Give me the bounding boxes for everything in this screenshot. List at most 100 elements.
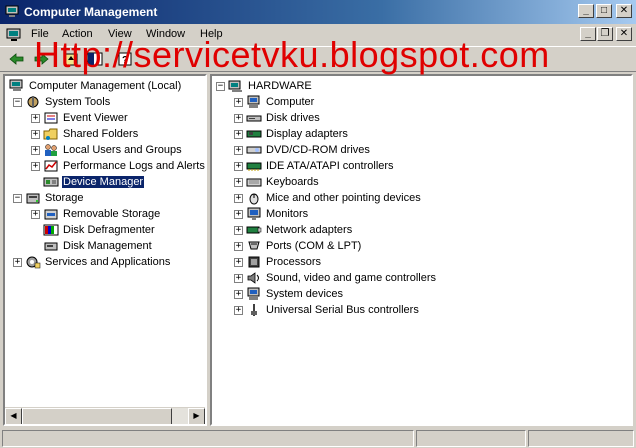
expand-toggle-icon[interactable]: − — [13, 97, 22, 107]
expand-toggle-icon[interactable]: + — [31, 129, 40, 139]
expand-toggle-icon[interactable]: + — [234, 209, 243, 219]
device-category[interactable]: + Computer — [234, 94, 315, 110]
device-category[interactable]: + Processors — [234, 254, 322, 270]
minimize-button[interactable]: _ — [578, 4, 594, 18]
expand-toggle-icon[interactable]: + — [234, 129, 243, 139]
device-category-label: Sound, video and game controllers — [266, 272, 436, 284]
tree-node-label: Shared Folders — [63, 128, 139, 140]
tree-node[interactable]: − Storage — [13, 190, 85, 206]
help-icon[interactable]: ? — [116, 51, 134, 67]
display-adapter-icon — [246, 130, 262, 138]
tree-node-label: Device Manager — [62, 176, 145, 188]
tree-node[interactable]: + Local Users and Groups — [31, 142, 183, 158]
tree-node[interactable]: + Event Viewer — [31, 110, 129, 126]
expand-toggle-icon[interactable]: + — [234, 145, 243, 155]
tree-node[interactable]: + Performance Logs and Alerts — [31, 158, 205, 174]
disk-management-icon — [44, 242, 58, 251]
device-category[interactable]: + Sound, video and game controllers — [234, 270, 437, 286]
processor-icon — [248, 256, 260, 268]
close-button[interactable]: ✕ — [616, 4, 632, 18]
expand-toggle-icon[interactable]: + — [234, 257, 243, 267]
mmc-document-icon[interactable] — [6, 28, 22, 42]
menu-view[interactable]: View — [108, 28, 132, 40]
tree-node[interactable]: + Shared Folders — [31, 126, 139, 142]
device-category-label: Monitors — [266, 208, 309, 220]
status-panel-main — [2, 430, 414, 447]
tree-node[interactable]: Computer Management (Local) — [9, 78, 182, 94]
device-tree-root[interactable]: − HARDWARE — [216, 78, 313, 94]
maximize-button[interactable]: □ — [596, 4, 612, 18]
window-title: Computer Management — [24, 5, 158, 19]
device-list-pane[interactable]: − HARDWARE + Computer + Disk drives + Display a… — [210, 74, 633, 426]
services-icon — [26, 256, 41, 269]
menu-window[interactable]: Window — [146, 28, 185, 40]
tree-node[interactable]: Device Manager — [31, 174, 145, 190]
device-category[interactable]: + Universal Serial Bus controllers — [234, 302, 420, 318]
back-arrow-icon[interactable] — [8, 51, 26, 67]
expand-toggle-icon[interactable]: + — [234, 113, 243, 123]
expand-toggle-icon[interactable]: + — [31, 113, 40, 123]
expand-toggle-icon[interactable]: + — [234, 289, 243, 299]
device-category[interactable]: + Keyboards — [234, 174, 320, 190]
expand-toggle-icon[interactable]: − — [13, 193, 22, 203]
expand-toggle-icon[interactable]: + — [31, 209, 40, 219]
device-category[interactable]: + DVD/CD-ROM drives — [234, 142, 371, 158]
device-category[interactable]: + Ports (COM & LPT) — [234, 238, 362, 254]
horizontal-scrollbar[interactable]: ◀ ▶ — [5, 407, 205, 424]
device-category[interactable]: + Display adapters — [234, 126, 349, 142]
device-manager-icon — [43, 177, 59, 187]
tree-node[interactable]: − System Tools — [13, 94, 111, 110]
scroll-thumb[interactable] — [22, 408, 172, 424]
device-category-label: DVD/CD-ROM drives — [266, 144, 370, 156]
expand-toggle-icon[interactable]: + — [234, 273, 243, 283]
expand-toggle-icon[interactable]: + — [234, 177, 243, 187]
tree-node[interactable]: + Removable Storage — [31, 206, 161, 222]
expand-toggle-icon[interactable]: + — [31, 161, 40, 171]
cdrom-icon — [246, 146, 262, 154]
device-category[interactable]: + Disk drives — [234, 110, 321, 126]
disk-drive-icon — [246, 115, 262, 122]
toolbar: ? — [0, 46, 636, 72]
computer-management-icon — [9, 79, 23, 91]
device-category[interactable]: + Mice and other pointing devices — [234, 190, 422, 206]
expand-toggle-icon[interactable]: + — [234, 97, 243, 107]
tree-node-label: System Tools — [45, 96, 111, 108]
show-hide-tree-icon[interactable] — [86, 51, 104, 67]
expand-toggle-icon[interactable]: + — [234, 193, 243, 203]
status-bar — [0, 428, 636, 448]
sound-icon — [247, 272, 259, 284]
child-close-button[interactable]: ✕ — [616, 27, 632, 41]
menu-help[interactable]: Help — [200, 28, 223, 40]
scroll-left-button[interactable]: ◀ — [5, 408, 22, 424]
status-panel-3 — [528, 430, 634, 447]
expand-toggle-icon[interactable]: + — [13, 257, 22, 267]
tree-node[interactable]: Disk Defragmenter — [31, 222, 156, 238]
expand-toggle-icon[interactable]: + — [234, 225, 243, 235]
child-restore-button[interactable]: ❐ — [597, 27, 613, 41]
menu-action[interactable]: Action — [62, 28, 93, 40]
expand-toggle-icon[interactable]: + — [234, 305, 243, 315]
console-tree-pane[interactable]: Computer Management (Local) − System Tools… — [3, 74, 207, 426]
event-viewer-icon — [44, 112, 58, 124]
title-bar[interactable]: Computer Management _ □ ✕ — [0, 0, 636, 24]
device-category[interactable]: + Monitors — [234, 206, 309, 222]
expand-toggle-icon[interactable]: + — [234, 161, 243, 171]
hardware-icon — [228, 80, 242, 92]
device-category[interactable]: + IDE ATA/ATAPI controllers — [234, 158, 395, 174]
status-panel-2 — [416, 430, 526, 447]
device-category[interactable]: + Network adapters — [234, 222, 353, 238]
expand-toggle-icon[interactable]: + — [234, 241, 243, 251]
expand-toggle-icon[interactable]: + — [31, 145, 40, 155]
device-category[interactable]: + System devices — [234, 286, 344, 302]
forward-arrow-icon[interactable] — [32, 51, 50, 67]
shared-folders-icon — [43, 128, 58, 140]
child-minimize-button[interactable]: _ — [580, 27, 596, 41]
expand-toggle-icon[interactable]: − — [216, 81, 225, 91]
tree-node[interactable]: + Services and Applications — [13, 254, 171, 270]
performance-icon — [44, 160, 58, 172]
device-category-label: Display adapters — [266, 128, 348, 140]
menu-file[interactable]: File — [31, 28, 49, 40]
up-level-icon[interactable] — [62, 51, 80, 67]
scroll-right-button[interactable]: ▶ — [188, 408, 205, 424]
tree-node[interactable]: Disk Management — [31, 238, 153, 254]
